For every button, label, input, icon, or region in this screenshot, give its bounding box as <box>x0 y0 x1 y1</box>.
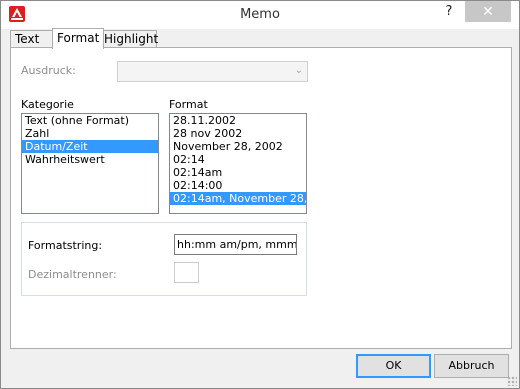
format-item[interactable]: 28 nov 2002 <box>170 127 306 140</box>
format-item[interactable]: November 28, 2002 <box>170 140 306 153</box>
chevron-down-icon: ⌄ <box>294 65 303 76</box>
ok-button[interactable]: OK <box>356 354 431 378</box>
help-icon[interactable]: ? <box>436 1 462 22</box>
kategorie-listbox[interactable]: Text (ohne Format) Zahl Datum/Zeit Wahrh… <box>21 113 159 214</box>
resize-grip-icon[interactable] <box>507 376 517 386</box>
format-item-selected[interactable]: 02:14am, November 28, 20 <box>170 192 306 205</box>
formatstring-label: Formatstring: <box>28 239 103 252</box>
tab-format[interactable]: Format <box>52 28 104 49</box>
kategorie-item-selected[interactable]: Datum/Zeit <box>22 140 158 153</box>
title-bar: Memo ? ✕ <box>1 1 519 29</box>
dezimaltrenner-input <box>174 262 199 283</box>
ausdruck-label: Ausdruck: <box>21 64 76 77</box>
format-item[interactable]: 02:14am <box>170 166 306 179</box>
kategorie-item[interactable]: Wahrheitswert <box>22 153 158 166</box>
ausdruck-combobox: ⌄ <box>117 61 308 82</box>
format-listbox[interactable]: 28.11.2002 28 nov 2002 November 28, 2002… <box>169 113 307 214</box>
dezimaltrenner-label: Dezimaltrenner: <box>28 268 117 281</box>
format-item[interactable]: 02:14 <box>170 153 306 166</box>
cancel-button[interactable]: Abbruch <box>434 354 509 378</box>
format-options-group: Formatstring: hh:mm am/pm, mmmm dd Dezim… <box>21 222 307 296</box>
memo-dialog: Memo ? ✕ Text Format Highlight Ausdruck:… <box>0 0 520 389</box>
format-item[interactable]: 28.11.2002 <box>170 114 306 127</box>
tab-highlight[interactable]: Highlight <box>99 30 158 48</box>
tab-text[interactable]: Text <box>10 30 54 48</box>
format-panel: Ausdruck: ⌄ Kategorie Text (ohne Format)… <box>10 47 512 349</box>
kategorie-item[interactable]: Text (ohne Format) <box>22 114 158 127</box>
format-item[interactable]: 02:14:00 <box>170 179 306 192</box>
close-icon[interactable]: ✕ <box>465 1 511 22</box>
kategorie-item[interactable]: Zahl <box>22 127 158 140</box>
formatstring-input[interactable]: hh:mm am/pm, mmmm dd <box>174 234 297 255</box>
format-label: Format <box>169 98 208 111</box>
kategorie-label: Kategorie <box>21 98 74 111</box>
